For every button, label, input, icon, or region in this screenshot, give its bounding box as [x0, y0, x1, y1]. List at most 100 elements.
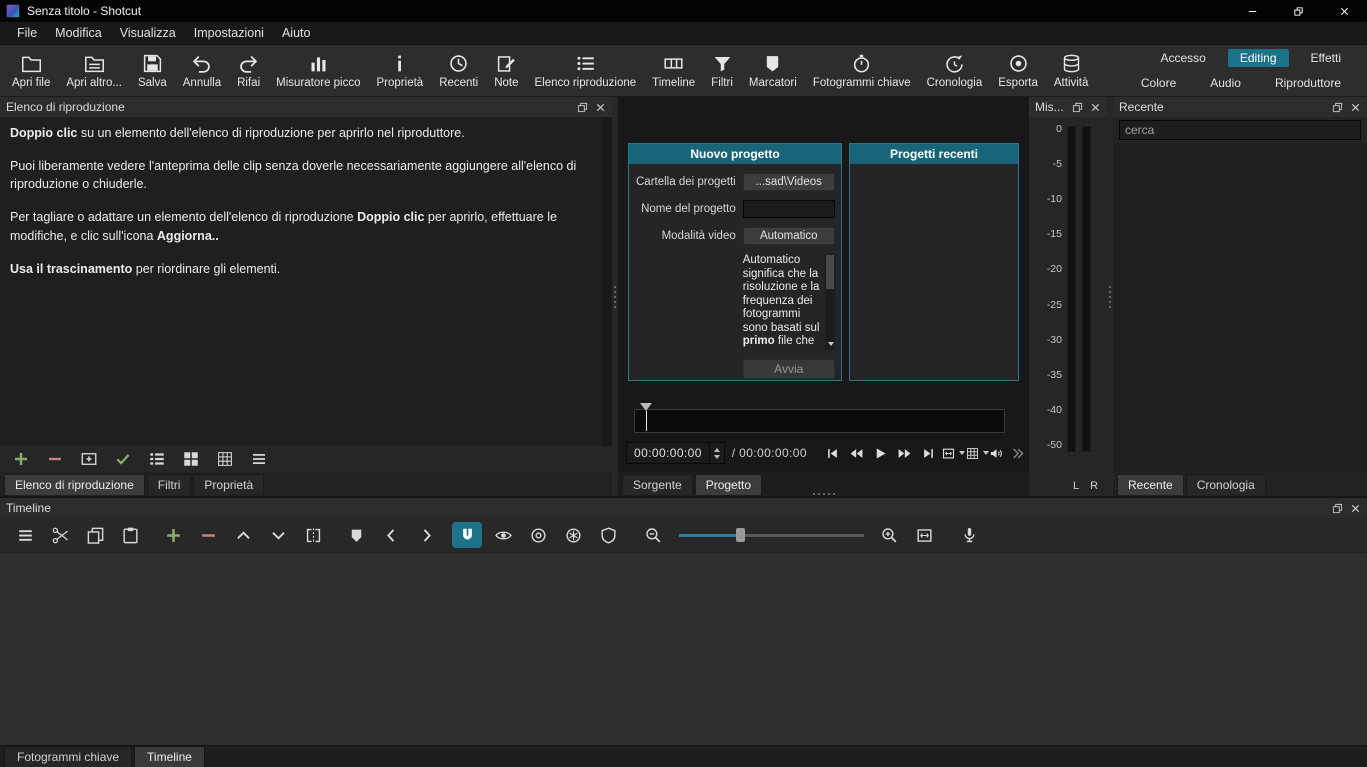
timeline-append-button[interactable] [156, 521, 191, 549]
tab-timeline[interactable]: Timeline [134, 746, 205, 767]
recent-files-list[interactable] [1113, 143, 1367, 472]
save-button[interactable]: Salva [130, 47, 175, 95]
playlist-update-button[interactable] [106, 447, 140, 471]
markers-button[interactable]: Marcatori [741, 47, 805, 95]
menu-aiuto[interactable]: Aiuto [273, 23, 320, 43]
record-audio-button[interactable] [952, 521, 987, 549]
ripple-toggle-button[interactable] [521, 521, 556, 549]
timeline-marker-button[interactable] [339, 521, 374, 549]
menu-visualizza[interactable]: Visualizza [111, 23, 185, 43]
timeline-menu-button[interactable] [8, 521, 43, 549]
lift-button[interactable] [226, 521, 261, 549]
timeline-zoom-fit-button[interactable] [907, 521, 942, 549]
menu-file[interactable]: File [8, 23, 46, 43]
timeline-close-button[interactable] [1349, 502, 1361, 514]
export-button[interactable]: Esporta [990, 47, 1046, 95]
timecode-up-button[interactable] [713, 447, 720, 452]
menu-impostazioni[interactable]: Impostazioni [185, 23, 273, 43]
skip-start-button[interactable] [821, 443, 845, 463]
undo-button[interactable]: Annulla [175, 47, 229, 95]
recent-float-button[interactable] [1331, 101, 1343, 113]
peak-meter-button[interactable]: Misuratore picco [268, 47, 368, 95]
restore-button[interactable] [1275, 0, 1321, 22]
redo-button[interactable]: Rifai [229, 47, 268, 95]
ripple-all-tracks-button[interactable] [556, 521, 591, 549]
tab-recente[interactable]: Recente [1117, 474, 1184, 495]
tab-cronologia[interactable]: Cronologia [1185, 474, 1266, 495]
playlist-view-icons-button[interactable] [208, 447, 242, 471]
timeline-zoom-out-button[interactable] [636, 521, 671, 549]
jobs-button[interactable]: Attività [1046, 47, 1097, 95]
scrollbar-thumb[interactable] [825, 255, 834, 289]
paste-button[interactable] [113, 521, 148, 549]
projects-folder-button[interactable]: ...sad\Videos [742, 173, 835, 191]
workspace-editing-button[interactable]: Editing [1227, 49, 1289, 67]
copy-button[interactable] [78, 521, 113, 549]
workspace-colore-button[interactable]: Colore [1129, 74, 1188, 92]
play-button[interactable] [869, 443, 893, 463]
close-button[interactable] [1321, 0, 1367, 22]
slider-handle[interactable] [736, 528, 746, 542]
history-button[interactable]: Cronologia [919, 47, 991, 95]
playlist-view-tiles-button[interactable] [174, 447, 208, 471]
ripple-delete-button[interactable] [191, 521, 226, 549]
tab-progetto[interactable]: Progetto [694, 474, 763, 495]
open-file-button[interactable]: Apri file [4, 47, 58, 95]
timecode-down-button[interactable] [713, 454, 720, 459]
scrub-while-dragging-button[interactable] [486, 521, 521, 549]
timeline-tracks-area[interactable] [0, 552, 1367, 745]
description-scrollbar[interactable] [824, 254, 835, 350]
scroll-down-button[interactable] [825, 339, 835, 349]
skip-end-button[interactable] [917, 443, 941, 463]
workspace-audio-button[interactable]: Audio [1198, 74, 1253, 92]
player-zoom-fit-button[interactable] [941, 443, 965, 463]
player-more-button[interactable] [1010, 443, 1025, 463]
open-other-button[interactable]: Apri altro... [58, 47, 130, 95]
start-project-button[interactable]: Avvia [742, 359, 835, 379]
notes-button[interactable]: Note [486, 47, 526, 95]
overwrite-button[interactable] [261, 521, 296, 549]
timeline-zoom-in-button[interactable] [872, 521, 907, 549]
fast-forward-button[interactable] [893, 443, 917, 463]
workspace-riproduttore-button[interactable]: Riproduttore [1263, 74, 1353, 92]
snap-toggle-button[interactable] [452, 522, 482, 548]
playlist-button[interactable]: Elenco riproduzione [526, 47, 644, 95]
tab-elenco-di-riproduzione[interactable]: Elenco di riproduzione [4, 474, 145, 495]
minimize-button[interactable] [1229, 0, 1275, 22]
menu-modifica[interactable]: Modifica [46, 23, 111, 43]
volume-button[interactable] [989, 443, 1004, 463]
playlist-scrollbar[interactable] [602, 117, 612, 446]
project-name-input[interactable] [742, 200, 835, 218]
playlist-remove-button[interactable] [38, 447, 72, 471]
recent-projects-list[interactable] [850, 164, 1018, 380]
filters-button[interactable]: Filtri [703, 47, 741, 95]
player-timeline-splitter[interactable] [812, 493, 835, 495]
timeline-button[interactable]: Timeline [644, 47, 703, 95]
seek-bar[interactable] [634, 409, 1005, 433]
peak-meter-float-button[interactable] [1071, 101, 1083, 113]
tab-sorgente[interactable]: Sorgente [622, 474, 693, 495]
recent-search-input[interactable] [1119, 120, 1361, 140]
timeline-zoom-slider[interactable] [679, 527, 864, 543]
ripple-markers-button[interactable] [591, 521, 626, 549]
workspace-accesso-button[interactable]: Accesso [1148, 49, 1217, 67]
tab-proprieta[interactable]: Proprietà [193, 474, 265, 495]
rewind-button[interactable] [845, 443, 869, 463]
recent-button[interactable]: Recenti [431, 47, 486, 95]
timecode-spinner[interactable]: 00:00:00:00 [626, 442, 725, 464]
peak-meter-close-button[interactable] [1089, 101, 1101, 113]
recent-close-button[interactable] [1349, 101, 1361, 113]
playhead-marker[interactable] [640, 403, 652, 411]
playlist-view-details-button[interactable] [140, 447, 174, 471]
playlist-add-source-button[interactable] [72, 447, 106, 471]
tab-fotogrammi-chiave[interactable]: Fotogrammi chiave [4, 746, 133, 767]
keyframes-button[interactable]: Fotogrammi chiave [805, 47, 919, 95]
next-marker-button[interactable] [409, 521, 444, 549]
split-button[interactable] [296, 521, 331, 549]
playlist-menu-button[interactable] [242, 447, 276, 471]
properties-button[interactable]: Proprietà [369, 47, 432, 95]
tab-filtri[interactable]: Filtri [146, 474, 192, 495]
video-mode-button[interactable]: Automatico [742, 227, 835, 245]
prev-marker-button[interactable] [374, 521, 409, 549]
player-grid-button[interactable] [965, 443, 989, 463]
